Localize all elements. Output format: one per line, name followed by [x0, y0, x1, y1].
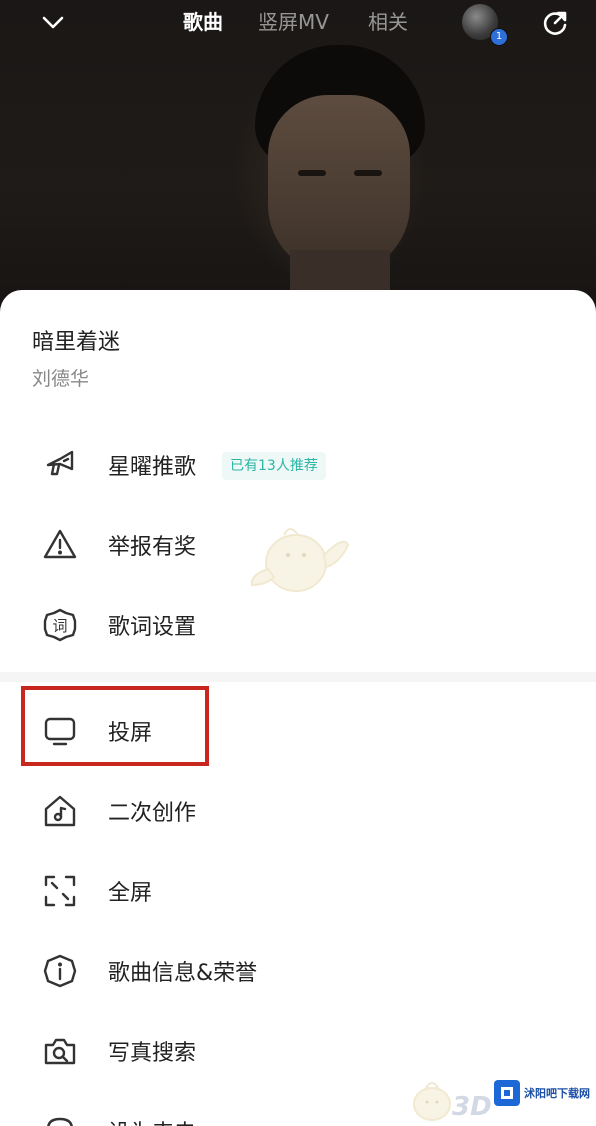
refresh-button[interactable] — [540, 8, 570, 38]
tab-vertical-mv[interactable]: 竖屏MV — [258, 6, 329, 35]
info-icon — [42, 953, 78, 989]
collapse-button[interactable] — [38, 8, 68, 38]
menu-item-label: 二次创作 — [108, 801, 197, 826]
menu-item-label: 歌曲信息&荣誉 — [108, 961, 258, 986]
tab-song[interactable]: 歌曲 — [183, 6, 223, 35]
menu-item-label: 歌词设置 — [108, 615, 197, 640]
menu-item-song-info[interactable]: 歌曲信息&荣誉 — [0, 936, 596, 1006]
menu-item-star-recommend[interactable]: 星曜推歌 已有13人推荐 — [0, 430, 596, 500]
site-name: 沭阳吧下载网 — [524, 1087, 590, 1100]
top-bar: 歌曲 竖屏MV 相关 1 — [0, 0, 596, 46]
song-artist: 刘德华 — [32, 368, 90, 390]
megaphone-icon — [42, 447, 78, 483]
menu-item-fullscreen[interactable]: 全屏 — [0, 856, 596, 926]
menu-item-label: 举报有奖 — [108, 535, 197, 560]
avatar-badge: 1 — [490, 28, 508, 46]
divider — [0, 672, 596, 682]
menu-item-label: 写真搜索 — [108, 1041, 197, 1066]
menu-item-label: 设为来电 — [108, 1115, 196, 1126]
fullscreen-icon — [42, 873, 78, 909]
more-options-sheet: 暗里着迷 刘德华 星曜推歌 已有13人推荐 举报有奖 词 歌词设置 投屏 二次创… — [0, 290, 596, 1126]
chevron-down-icon — [42, 16, 64, 29]
photo-search-icon — [42, 1033, 78, 1069]
singer-eye-right — [354, 170, 382, 176]
menu-item-label: 星曜推歌 — [108, 455, 197, 480]
lyrics-icon: 词 — [42, 607, 78, 643]
music-house-icon — [42, 793, 78, 829]
singer-eye-left — [298, 170, 326, 176]
menu-item-remix[interactable]: 二次创作 — [0, 776, 596, 846]
site-watermark-badge: 沭阳吧下载网 — [492, 1076, 592, 1110]
video-background — [0, 0, 596, 310]
bird-watermark-icon — [250, 528, 350, 592]
ringtone-icon — [42, 1113, 78, 1126]
lyrics-icon-glyph: 词 — [52, 616, 68, 635]
song-title: 暗里着迷 — [32, 330, 121, 355]
refresh-icon — [543, 11, 567, 35]
warning-icon — [42, 527, 78, 563]
highlight-box — [21, 686, 209, 766]
recommend-count-tag: 已有13人推荐 — [222, 452, 326, 480]
menu-item-label: 全屏 — [108, 881, 153, 906]
watermark-3d-text: 3D — [452, 1092, 492, 1122]
tab-related[interactable]: 相关 — [368, 6, 408, 35]
singer-face — [268, 95, 410, 275]
site-logo-icon — [494, 1080, 520, 1106]
